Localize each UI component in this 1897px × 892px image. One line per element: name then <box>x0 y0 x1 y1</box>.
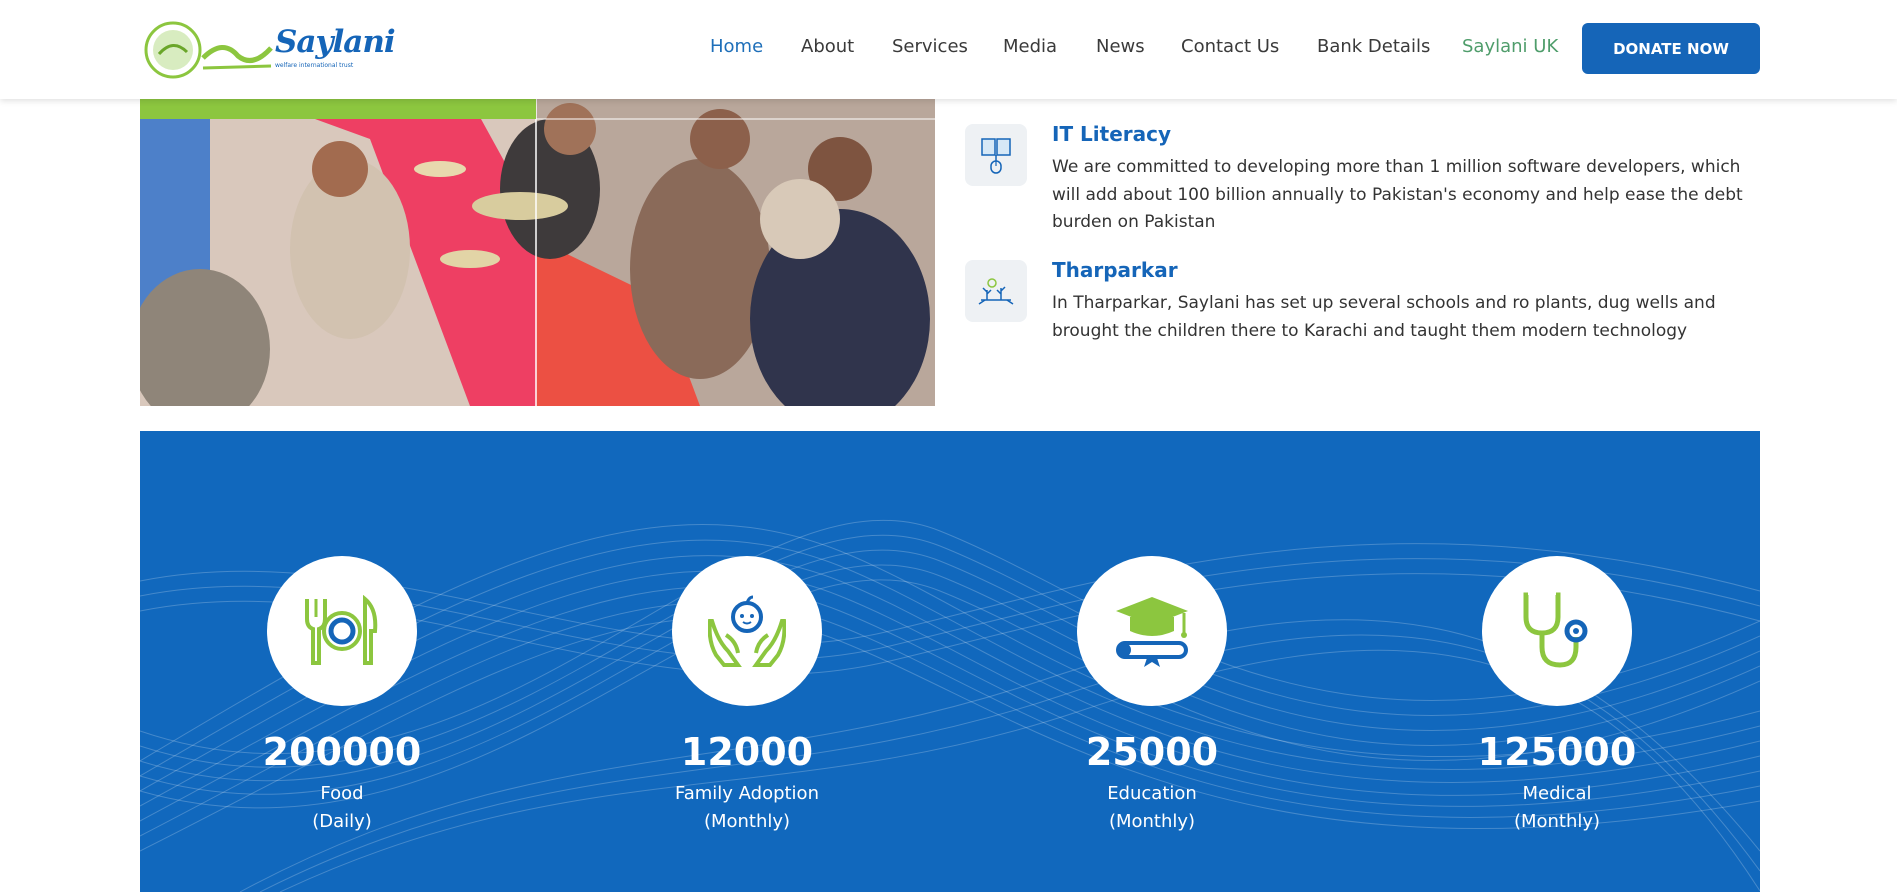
nav-contact-us[interactable]: Contact Us <box>1181 36 1279 57</box>
nav-home[interactable]: Home <box>710 36 763 57</box>
logo-subtext: welfare international trust <box>275 62 354 69</box>
stat-icon-circle <box>672 556 822 706</box>
desert-plant-icon <box>965 260 1027 322</box>
stat-icon-circle <box>267 556 417 706</box>
food-distribution-photo <box>140 99 935 406</box>
hands-baby-icon <box>708 595 786 667</box>
stat-education: 25000 Education (Monthly) <box>1002 556 1302 836</box>
nav-about[interactable]: About <box>801 36 854 57</box>
feature-title: IT Literacy <box>1052 122 1172 146</box>
food-distribution-image <box>140 99 935 406</box>
stats-section: 200000 Food (Daily) 12000 Family Adoptio… <box>140 431 1760 892</box>
photo-accent-bar <box>140 99 536 119</box>
book-mouse-icon <box>965 124 1027 186</box>
stat-label: Medical <box>1522 783 1592 804</box>
nav-media[interactable]: Media <box>1003 36 1057 57</box>
saylani-logo[interactable]: Saylani welfare international trust <box>143 18 396 82</box>
graduation-cap-icon <box>1116 597 1188 667</box>
stethoscope-icon <box>1523 592 1588 668</box>
stat-family-adoption: 12000 Family Adoption (Monthly) <box>597 556 897 836</box>
logo-emblem-icon <box>144 21 273 79</box>
stat-value: 200000 <box>262 730 422 774</box>
nav-saylani-uk[interactable]: Saylani UK <box>1462 36 1558 57</box>
stat-label: Food <box>320 783 364 804</box>
stat-value: 125000 <box>1477 730 1637 774</box>
nav-news[interactable]: News <box>1096 36 1145 57</box>
stat-value: 25000 <box>1085 730 1219 774</box>
stat-medical: 125000 Medical (Monthly) <box>1407 556 1707 836</box>
stat-label: Family Adoption <box>675 783 819 804</box>
stat-period: (Monthly) <box>1513 811 1601 832</box>
stat-food: 200000 Food (Daily) <box>192 556 492 836</box>
donate-now-button[interactable]: DONATE NOW <box>1582 23 1760 74</box>
feature-description: In Tharparkar, Saylani has set up severa… <box>1052 293 1716 341</box>
stat-icon-circle <box>1077 556 1227 706</box>
plate-fork-knife-icon <box>305 595 378 665</box>
stat-period: (Monthly) <box>1108 811 1196 832</box>
stat-label: Education <box>1107 783 1197 804</box>
site-header: Saylani welfare international trust Home… <box>0 0 1897 99</box>
stat-period: (Monthly) <box>703 811 791 832</box>
stat-icon-circle <box>1482 556 1632 706</box>
feature-title: Tharparkar <box>1052 258 1178 282</box>
feature-description: We are committed to developing more than… <box>1052 157 1743 232</box>
logo-text: Saylani <box>275 24 396 60</box>
nav-services[interactable]: Services <box>892 36 968 57</box>
stat-value: 12000 <box>680 730 814 774</box>
stat-period: (Daily) <box>312 811 372 832</box>
nav-bank-details[interactable]: Bank Details <box>1317 36 1430 57</box>
